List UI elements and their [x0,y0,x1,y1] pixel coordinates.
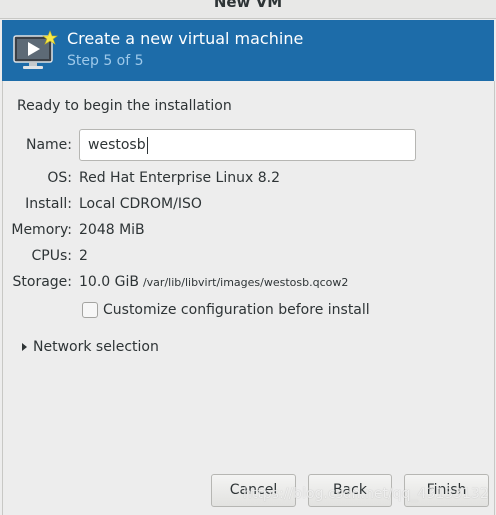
name-input[interactable]: westosb [79,129,416,161]
window-title: New VM [213,0,283,11]
customize-checkbox[interactable] [82,302,98,318]
ready-text: Ready to begin the installation [17,98,232,114]
wizard-title: Create a new virtual machine [67,29,304,48]
storage-label: Storage: [12,274,73,290]
wizard-step: Step 5 of 5 [67,53,144,69]
text-cursor [146,136,148,154]
os-label: OS: [47,170,72,186]
window-titlebar: New VM [0,0,496,19]
name-input-value: westosb [88,137,146,153]
wizard-header: Create a new virtual machine Step 5 of 5 [2,20,494,81]
os-value: Red Hat Enterprise Linux 8.2 [79,170,280,186]
storage-size: 10.0 GiB [79,274,139,290]
storage-value: 10.0 GiB/var/lib/libvirt/images/westosb.… [79,274,348,290]
cpus-label: CPUs: [31,248,72,264]
monitor-play-icon [13,30,58,69]
install-label: Install: [25,196,72,212]
customize-label[interactable]: Customize configuration before install [103,302,370,318]
cpus-value: 2 [79,248,88,264]
network-selection-expander[interactable]: Network selection [33,339,159,355]
watermark: https://blog.csdn.net/qq_43133132 [243,486,489,502]
memory-label: Memory: [11,222,72,238]
memory-value: 2048 MiB [79,222,145,238]
storage-path: /var/lib/libvirt/images/westosb.qcow2 [142,276,349,289]
install-value: Local CDROM/ISO [79,196,202,212]
name-label: Name: [25,137,72,153]
expander-arrow-icon[interactable] [22,343,27,351]
